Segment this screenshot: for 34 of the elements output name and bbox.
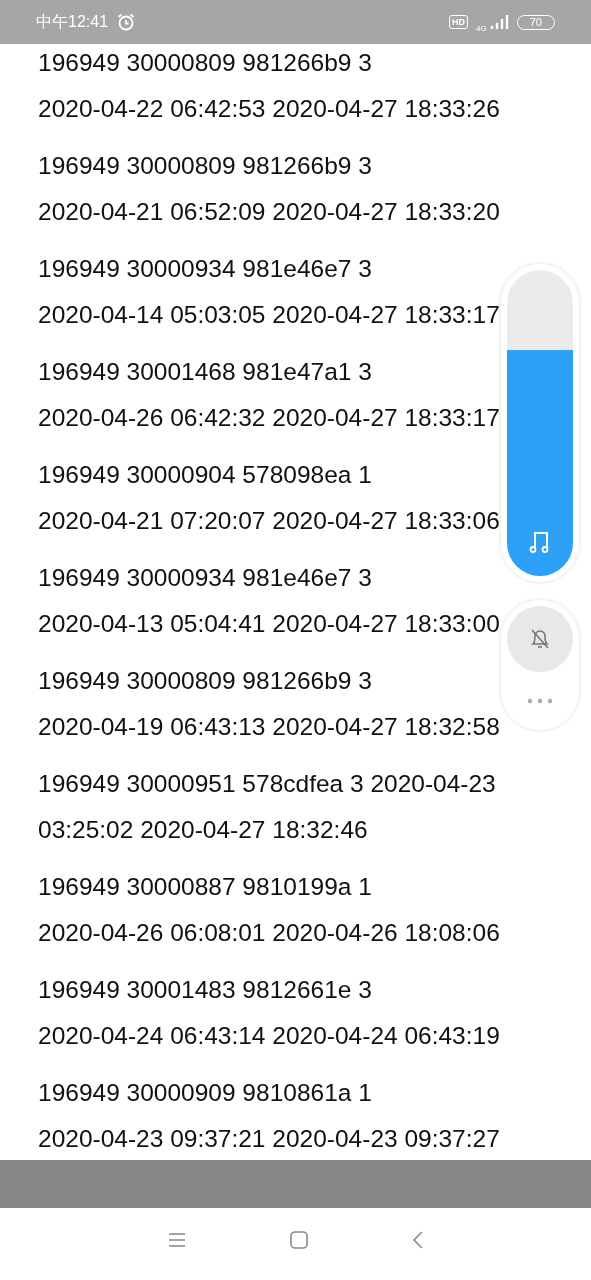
record-line: 2020-04-21 06:52:09 2020-04-27 18:33:20 [38,197,500,227]
music-note-icon [529,530,551,554]
record-line: 2020-04-26 06:42:32 2020-04-27 18:33:17 [38,403,500,433]
record-line: 196949 30000809 981266b9 3 [38,48,372,78]
record-line: 2020-04-14 05:03:05 2020-04-27 18:33:17 [38,300,500,330]
record-line: 196949 30000809 981266b9 3 [38,151,372,181]
hd-indicator: HD [449,15,469,29]
clock-time: 中午12:41 [36,11,109,32]
record-line: 03:25:02 2020-04-27 18:32:46 [38,815,368,845]
record-line: 2020-04-13 05:04:41 2020-04-27 18:33:00 [38,609,500,639]
record-line: 2020-04-24 06:43:14 2020-04-24 06:43:19 [38,1021,500,1051]
menu-icon[interactable] [167,1232,186,1248]
network-type: 4G [476,23,487,33]
record-line: 196949 30000904 578098ea 1 [38,460,372,490]
volume-slider[interactable] [507,270,573,576]
record-line: 196949 30000951 578cdfea 3 2020-04-23 [38,769,496,799]
home-icon[interactable] [289,1231,308,1249]
record-line: 2020-04-22 06:42:53 2020-04-27 18:33:26 [38,94,500,124]
alarm-clock-icon [116,12,137,32]
record-line: 2020-04-26 06:08:01 2020-04-26 18:08:06 [38,918,500,948]
back-icon[interactable] [411,1231,424,1249]
record-line: 2020-04-23 09:37:21 2020-04-23 09:37:27 [38,1124,500,1154]
record-line: 2020-04-21 07:20:07 2020-04-27 18:33:06 [38,506,500,536]
record-line: 196949 30000934 981e46e7 3 [38,563,372,593]
record-line: 196949 30000887 9810199a 1 [38,872,372,902]
more-icon[interactable] [527,698,553,704]
record-line: 196949 30001468 981e47a1 3 [38,357,372,387]
record-line: 2020-04-19 06:43:13 2020-04-27 18:32:58 [38,712,500,742]
record-line: 196949 30000909 9810861a 1 [38,1078,372,1108]
record-line: 196949 30000809 981266b9 3 [38,666,372,696]
record-line: 196949 30001483 9812661e 3 [38,975,372,1005]
signal-icon [488,13,509,31]
record-line: 196949 30000934 981e46e7 3 [38,254,372,284]
ringer-button[interactable] [507,606,573,672]
